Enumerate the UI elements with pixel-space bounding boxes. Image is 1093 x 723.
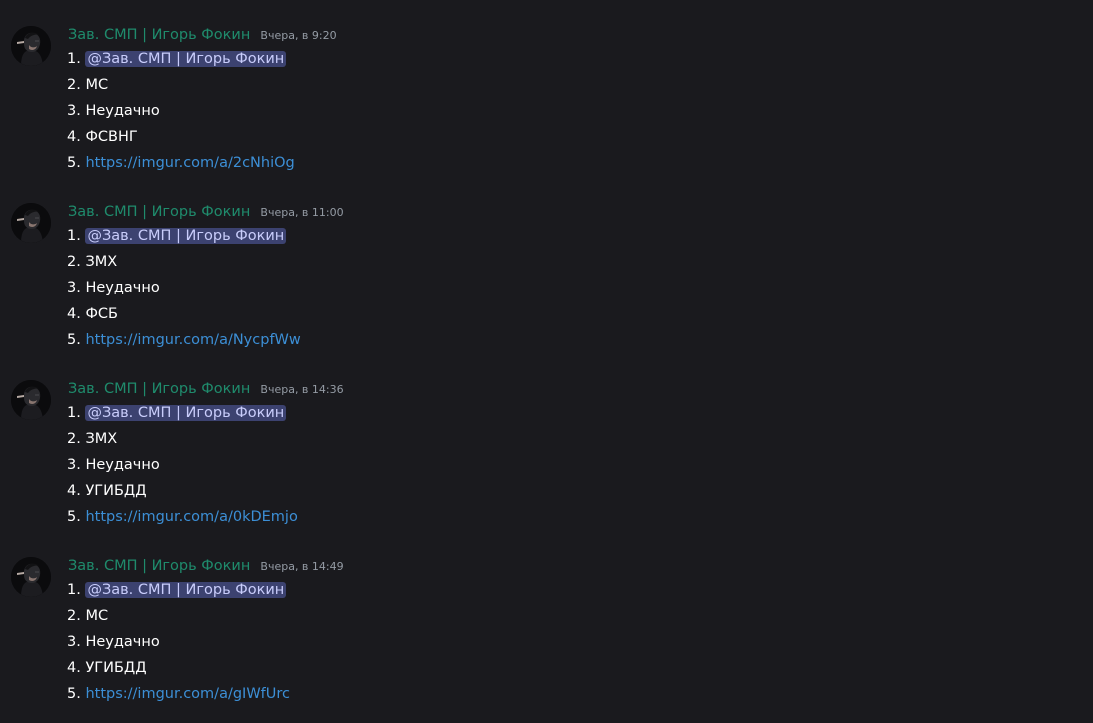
line-number: 3. [67,280,81,296]
line-text: МС [85,77,109,93]
avatar[interactable] [11,26,51,66]
line-number: 1. [67,51,81,67]
line-text: Неудачно [85,280,160,296]
message-author[interactable]: Зав. СМП | Игорь Фокин [68,27,250,43]
message: Зав. СМП | Игорь Фокин Вчера, в 14:36 1.… [0,374,1093,525]
line-text: ФСБ [85,306,119,322]
message-line: 3. Неудачно [67,454,298,480]
message-line: 5. https://imgur.com/a/gIWfUrc [67,683,290,709]
message-line: 5. https://imgur.com/a/NycpfWw [67,329,301,355]
line-number: 2. [67,77,81,93]
imgur-link[interactable]: https://imgur.com/a/NycpfWw [85,332,300,348]
message-header: Зав. СМП | Игорь Фокин Вчера, в 9:20 [68,24,337,44]
message-line: 3. Неудачно [67,631,290,657]
line-text: МС [85,608,109,624]
line-number: 3. [67,457,81,473]
avatar[interactable] [11,380,51,420]
line-number: 2. [67,431,81,447]
message-line: 4. УГИБДД [67,657,290,683]
line-number: 5. [67,686,81,702]
user-avatar-icon [11,203,51,243]
message-line: 4. ФСБ [67,303,301,329]
line-number: 2. [67,608,81,624]
message-author[interactable]: Зав. СМП | Игорь Фокин [68,204,250,220]
message-line: 5. https://imgur.com/a/0kDEmjo [67,506,298,532]
line-number: 5. [67,332,81,348]
message-content: 1. @Зав. СМП | Игорь Фокин 2. МС 3. Неуд… [67,48,295,178]
line-text: Неудачно [85,103,160,119]
message-line: 5. https://imgur.com/a/2cNhiOg [67,152,295,178]
line-number: 1. [67,228,81,244]
line-number: 4. [67,660,81,676]
message-line: 2. ЗМХ [67,428,298,454]
message: Зав. СМП | Игорь Фокин Вчера, в 14:49 1.… [0,551,1093,702]
message-content: 1. @Зав. СМП | Игорь Фокин 2. ЗМХ 3. Неу… [67,225,301,355]
message-line: 4. УГИБДД [67,480,298,506]
message-line: 3. Неудачно [67,100,295,126]
user-avatar-icon [11,557,51,597]
chat-message-list: Зав. СМП | Игорь Фокин Вчера, в 9:20 1. … [0,0,1093,723]
message-timestamp[interactable]: Вчера, в 9:20 [260,29,336,42]
message-line: 1. @Зав. СМП | Игорь Фокин [67,402,298,428]
message-timestamp[interactable]: Вчера, в 14:49 [260,560,343,573]
avatar[interactable] [11,203,51,243]
message-line: 1. @Зав. СМП | Игорь Фокин [67,48,295,74]
line-number: 4. [67,129,81,145]
message-header: Зав. СМП | Игорь Фокин Вчера, в 14:49 [68,555,344,575]
line-number: 2. [67,254,81,270]
line-number: 1. [67,405,81,421]
line-text: Неудачно [85,457,160,473]
message-line: 2. МС [67,605,290,631]
user-mention[interactable]: @Зав. СМП | Игорь Фокин [85,51,287,67]
avatar[interactable] [11,557,51,597]
message-header: Зав. СМП | Игорь Фокин Вчера, в 14:36 [68,378,344,398]
line-number: 5. [67,509,81,525]
line-text: Неудачно [85,634,160,650]
line-text: ФСВНГ [85,129,138,145]
line-number: 3. [67,634,81,650]
user-mention[interactable]: @Зав. СМП | Игорь Фокин [85,228,287,244]
line-number: 4. [67,483,81,499]
line-number: 4. [67,306,81,322]
line-text: УГИБДД [85,660,147,676]
line-text: ЗМХ [85,254,118,270]
message: Зав. СМП | Игорь Фокин Вчера, в 11:00 1.… [0,197,1093,348]
message: Зав. СМП | Игорь Фокин Вчера, в 9:20 1. … [0,20,1093,171]
user-avatar-icon [11,26,51,66]
message-line: 2. ЗМХ [67,251,301,277]
message-timestamp[interactable]: Вчера, в 11:00 [260,206,343,219]
line-text: УГИБДД [85,483,147,499]
message-author[interactable]: Зав. СМП | Игорь Фокин [68,381,250,397]
message-header: Зав. СМП | Игорь Фокин Вчера, в 11:00 [68,201,344,221]
message-line: 1. @Зав. СМП | Игорь Фокин [67,579,290,605]
message-timestamp[interactable]: Вчера, в 14:36 [260,383,343,396]
imgur-link[interactable]: https://imgur.com/a/2cNhiOg [85,155,294,171]
user-avatar-icon [11,380,51,420]
message-line: 2. МС [67,74,295,100]
message-line: 4. ФСВНГ [67,126,295,152]
imgur-link[interactable]: https://imgur.com/a/0kDEmjo [85,509,297,525]
message-line: 1. @Зав. СМП | Игорь Фокин [67,225,301,251]
line-number: 1. [67,582,81,598]
line-text: ЗМХ [85,431,118,447]
message-content: 1. @Зав. СМП | Игорь Фокин 2. ЗМХ 3. Неу… [67,402,298,532]
line-number: 3. [67,103,81,119]
message-author[interactable]: Зав. СМП | Игорь Фокин [68,558,250,574]
line-number: 5. [67,155,81,171]
message-content: 1. @Зав. СМП | Игорь Фокин 2. МС 3. Неуд… [67,579,290,709]
imgur-link[interactable]: https://imgur.com/a/gIWfUrc [85,686,290,702]
message-line: 3. Неудачно [67,277,301,303]
user-mention[interactable]: @Зав. СМП | Игорь Фокин [85,582,287,598]
user-mention[interactable]: @Зав. СМП | Игорь Фокин [85,405,287,421]
